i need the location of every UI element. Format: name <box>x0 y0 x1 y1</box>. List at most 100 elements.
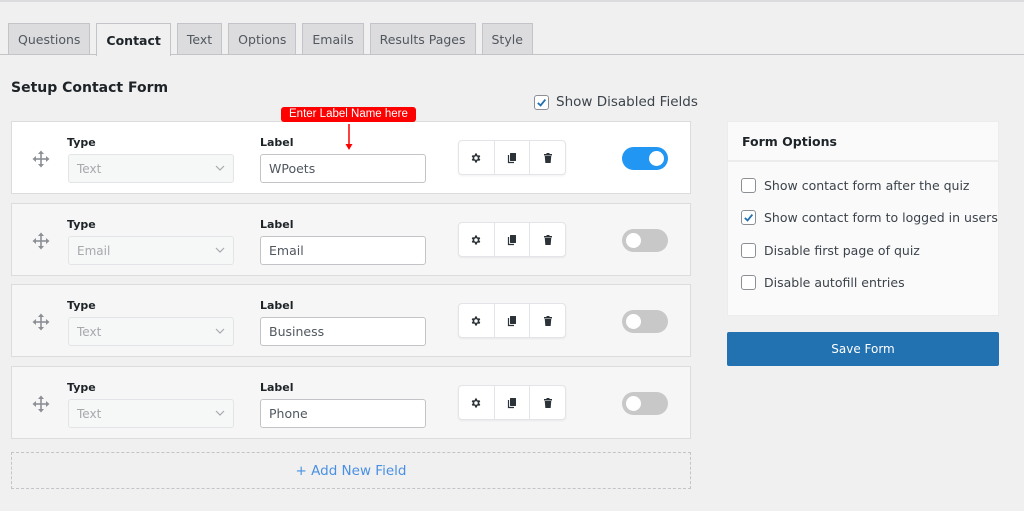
chevron-down-icon <box>215 165 225 171</box>
option-label: Show contact form to logged in users <box>764 210 998 225</box>
page-title: Setup Contact Form <box>11 80 169 96</box>
toggle-knob <box>626 233 641 248</box>
option-label: Show contact form after the quiz <box>764 178 970 193</box>
show-disabled-fields-option[interactable]: Show Disabled Fields <box>534 94 698 110</box>
trash-icon <box>543 152 552 163</box>
field-enabled-toggle[interactable] <box>622 147 668 170</box>
tab-bar: Questions Contact Text Options Emails Re… <box>8 23 533 56</box>
option-show-logged-in[interactable]: Show contact form to logged in users <box>741 210 998 225</box>
show-disabled-fields-checkbox[interactable] <box>534 94 549 110</box>
show-disabled-fields-label: Show Disabled Fields <box>556 94 698 110</box>
checkmark-icon <box>744 213 754 222</box>
tab-options[interactable]: Options <box>228 23 297 55</box>
top-border <box>0 0 1024 2</box>
option-disable-first-page[interactable]: Disable first page of quiz <box>741 243 920 258</box>
drag-handle-icon[interactable] <box>32 232 50 250</box>
option-checkbox[interactable] <box>741 210 756 225</box>
duplicate-icon <box>507 152 516 163</box>
drag-handle-icon[interactable] <box>32 395 50 413</box>
type-label: Type <box>67 218 96 231</box>
trash-icon <box>543 234 552 245</box>
field-actions <box>458 140 566 175</box>
field-type-select[interactable]: Text <box>68 317 234 346</box>
duplicate-icon <box>507 315 516 326</box>
field-delete-button[interactable] <box>530 386 565 419</box>
save-form-button[interactable]: Save Form <box>727 332 999 366</box>
chevron-down-icon <box>215 247 225 253</box>
field-actions <box>458 303 566 338</box>
field-enabled-toggle[interactable] <box>622 392 668 415</box>
settings-icon <box>472 153 481 162</box>
chevron-down-icon <box>215 328 225 334</box>
label-label: Label <box>260 218 294 231</box>
field-type-value: Email <box>77 243 111 258</box>
field-label-input[interactable]: Phone <box>260 399 426 428</box>
option-checkbox[interactable] <box>741 275 756 290</box>
field-type-value: Text <box>77 406 102 421</box>
field-row: Type Text Label WPoets <box>11 121 691 194</box>
field-row: Type Email Label Email <box>11 203 691 276</box>
option-show-after-quiz[interactable]: Show contact form after the quiz <box>741 178 970 193</box>
tab-text[interactable]: Text <box>176 23 223 55</box>
duplicate-icon <box>507 234 516 245</box>
field-settings-button[interactable] <box>459 223 495 256</box>
field-delete-button[interactable] <box>530 223 565 256</box>
field-type-value: Text <box>77 324 102 339</box>
toggle-knob <box>626 396 641 411</box>
settings-icon <box>472 235 481 244</box>
field-label-input[interactable]: WPoets <box>260 154 426 183</box>
field-type-select[interactable]: Email <box>68 236 234 265</box>
field-label-input[interactable]: Business <box>260 317 426 346</box>
drag-handle-icon[interactable] <box>32 150 50 168</box>
option-checkbox[interactable] <box>741 243 756 258</box>
field-row: Type Text Label Phone <box>11 366 691 439</box>
type-label: Type <box>67 381 96 394</box>
label-label: Label <box>260 136 294 149</box>
tab-style[interactable]: Style <box>481 23 533 55</box>
field-duplicate-button[interactable] <box>495 223 531 256</box>
label-label: Label <box>260 299 294 312</box>
field-delete-button[interactable] <box>530 304 565 337</box>
field-settings-button[interactable] <box>459 386 495 419</box>
field-type-select[interactable]: Text <box>68 399 234 428</box>
duplicate-icon <box>507 397 516 408</box>
field-delete-button[interactable] <box>530 141 565 174</box>
trash-icon <box>543 397 552 408</box>
type-label: Type <box>67 136 96 149</box>
field-row: Type Text Label Business <box>11 284 691 357</box>
settings-icon <box>472 316 481 325</box>
field-enabled-toggle[interactable] <box>622 310 668 333</box>
field-settings-button[interactable] <box>459 304 495 337</box>
tab-results-pages[interactable]: Results Pages <box>369 23 476 55</box>
tab-questions[interactable]: Questions <box>8 23 91 55</box>
drag-handle-icon[interactable] <box>32 313 50 331</box>
option-checkbox[interactable] <box>741 178 756 193</box>
chevron-down-icon <box>215 410 225 416</box>
add-new-field-button[interactable]: + Add New Field <box>11 452 691 489</box>
field-type-value: Text <box>77 161 102 176</box>
field-actions <box>458 222 566 257</box>
tab-contact[interactable]: Contact <box>96 23 171 56</box>
field-duplicate-button[interactable] <box>495 304 531 337</box>
field-duplicate-button[interactable] <box>495 141 531 174</box>
tab-emails[interactable]: Emails <box>302 23 364 55</box>
option-disable-autofill[interactable]: Disable autofill entries <box>741 275 905 290</box>
type-label: Type <box>67 299 96 312</box>
toggle-knob <box>649 151 664 166</box>
field-type-select[interactable]: Text <box>68 154 234 183</box>
annotation-callout: Enter Label Name here <box>281 107 416 122</box>
field-enabled-toggle[interactable] <box>622 229 668 252</box>
trash-icon <box>543 315 552 326</box>
field-actions <box>458 385 566 420</box>
option-label: Disable first page of quiz <box>764 243 920 258</box>
form-options-panel: Form Options Show contact form after the… <box>727 121 999 316</box>
field-label-input[interactable]: Email <box>260 236 426 265</box>
settings-icon <box>472 398 481 407</box>
form-options-title: Form Options <box>728 122 998 162</box>
checkmark-icon <box>537 98 547 107</box>
annotation-arrow-icon <box>345 124 353 150</box>
field-settings-button[interactable] <box>459 141 495 174</box>
field-duplicate-button[interactable] <box>495 386 531 419</box>
label-label: Label <box>260 381 294 394</box>
option-label: Disable autofill entries <box>764 275 905 290</box>
